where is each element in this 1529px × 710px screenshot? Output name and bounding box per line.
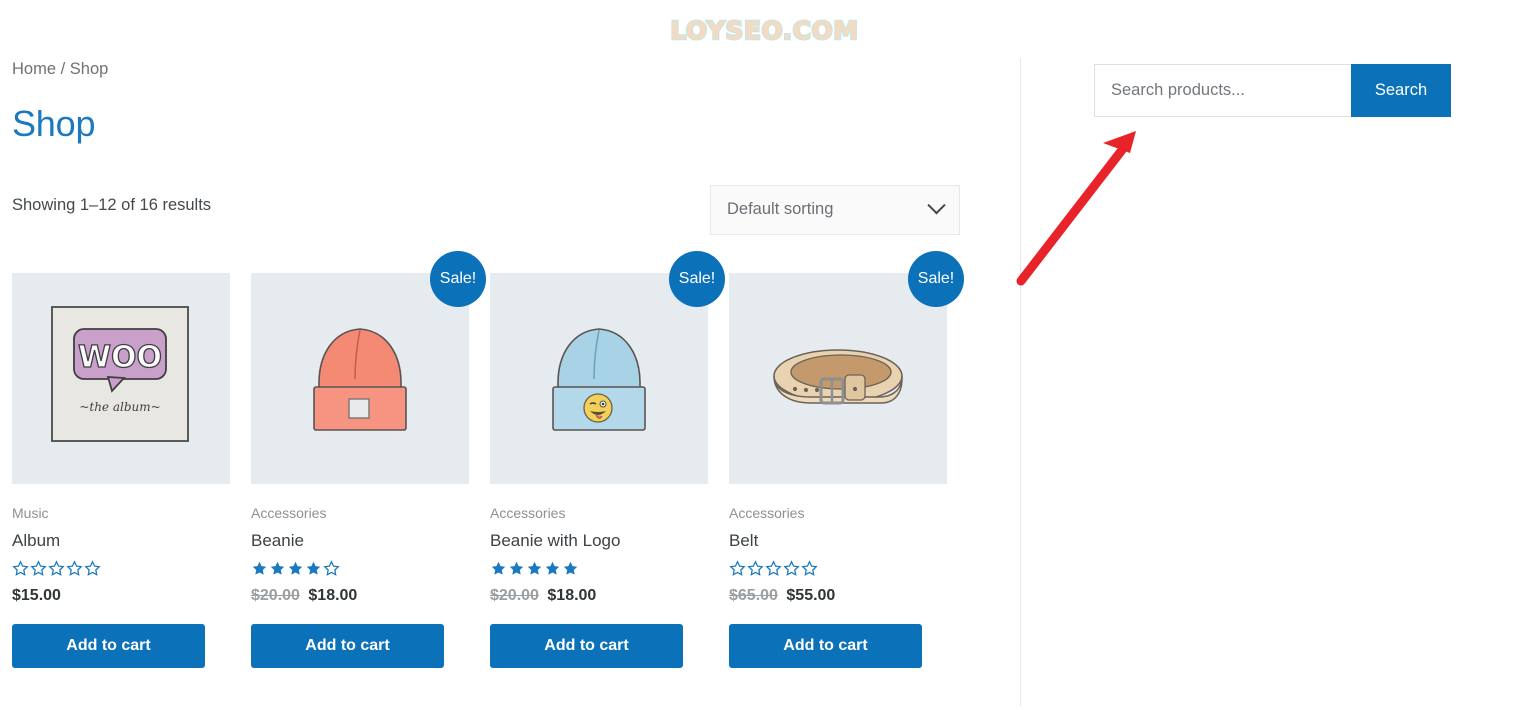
product-image-beanie[interactable]: [251, 272, 469, 484]
product-image-album[interactable]: WOO ~the album~: [12, 272, 230, 484]
add-to-cart-button[interactable]: Add to cart: [12, 624, 205, 669]
sale-badge: Sale!: [430, 250, 486, 307]
product-price: $65.00 $55.00: [729, 587, 947, 605]
product-name[interactable]: Beanie: [251, 531, 469, 551]
star-rating: [490, 560, 708, 577]
star-rating: [251, 560, 469, 577]
product-category: Music: [12, 504, 49, 521]
product-name[interactable]: Belt: [729, 531, 947, 551]
svg-text:~the album~: ~the album~: [79, 400, 160, 414]
product-name[interactable]: Album: [12, 531, 230, 551]
price-current: $55.00: [786, 586, 836, 604]
product-price: $15.00: [12, 587, 230, 605]
result-bar: Showing 1–12 of 16 results Default sorti…: [12, 184, 960, 239]
sidebar: Search: [1094, 64, 1474, 117]
star-rating: [729, 560, 947, 577]
arrow-shape: [1016, 131, 1136, 286]
price-current: $18.00: [308, 586, 358, 604]
result-count: Showing 1–12 of 16 results: [12, 195, 212, 214]
chevron-down-icon: [927, 196, 946, 215]
vertical-divider: [1020, 58, 1021, 706]
product-grid: WOO ~the album~ Music Album $15.00 Add t…: [12, 250, 964, 669]
product-card: Sale! Accessories Beanie $20.00 $18.00 A…: [251, 250, 486, 669]
product-category: Accessories: [251, 504, 327, 521]
main-content: Home / Shop Shop Showing 1–12 of 16 resu…: [12, 60, 964, 669]
price-current: $15.00: [12, 586, 61, 604]
add-to-cart-button[interactable]: Add to cart: [251, 624, 444, 669]
product-search-form: Search: [1094, 64, 1451, 117]
product-price: $20.00 $18.00: [490, 587, 708, 605]
product-image-belt[interactable]: [729, 272, 947, 484]
sale-badge: Sale!: [908, 250, 964, 307]
product-category: Accessories: [729, 504, 805, 521]
price-original: $20.00: [490, 586, 539, 604]
product-price: $20.00 $18.00: [251, 587, 469, 605]
product-card: WOO ~the album~ Music Album $15.00 Add t…: [12, 272, 230, 669]
price-original: $65.00: [729, 586, 778, 604]
breadcrumb[interactable]: Home / Shop: [12, 60, 960, 80]
svg-text:WOO: WOO: [78, 340, 162, 375]
page-title: Shop: [12, 102, 96, 144]
sorting-selected-label: Default sorting: [727, 200, 834, 219]
add-to-cart-button[interactable]: Add to cart: [729, 624, 922, 669]
product-category: Accessories: [490, 504, 566, 521]
red-arrow-annotation: [1016, 131, 1136, 286]
price-current: $18.00: [547, 586, 597, 604]
sorting-select[interactable]: Default sorting: [710, 184, 960, 235]
product-name[interactable]: Beanie with Logo: [490, 531, 708, 551]
add-to-cart-button[interactable]: Add to cart: [490, 624, 683, 669]
watermark: LOYSEO.COM: [669, 15, 859, 47]
search-input[interactable]: [1094, 64, 1351, 117]
search-button[interactable]: Search: [1351, 64, 1451, 117]
sale-badge: Sale!: [669, 250, 725, 307]
product-image-beanie-with-logo[interactable]: [490, 272, 708, 484]
price-original: $20.00: [251, 586, 300, 604]
product-card: Sale! Accessories Belt $65.00 $55.00 Add…: [729, 250, 964, 669]
product-card: Sale! Accessories Beanie with Logo $20.0…: [490, 250, 725, 669]
star-rating: [12, 560, 230, 577]
